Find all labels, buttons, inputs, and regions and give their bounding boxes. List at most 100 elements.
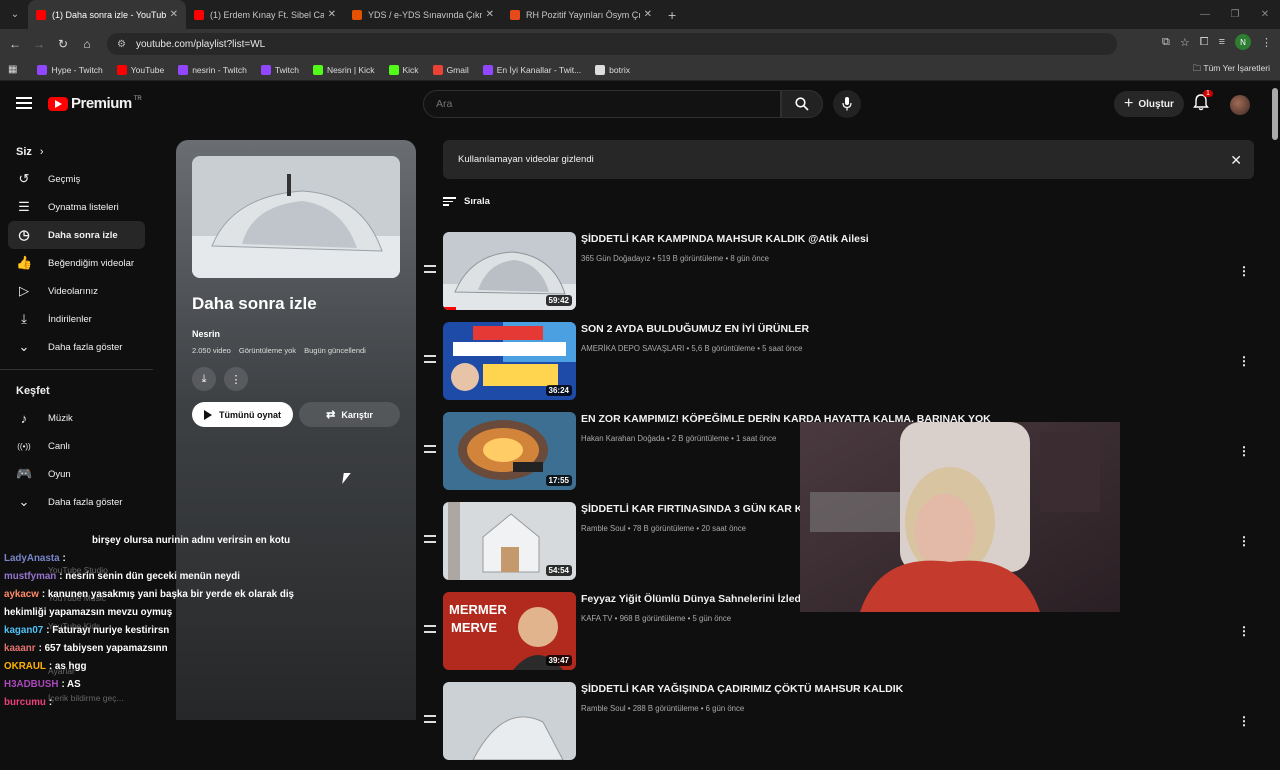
bookmark-item[interactable]: botrix	[595, 64, 630, 75]
more-vert-icon[interactable]: ⋮	[1238, 444, 1250, 458]
sidebar-item[interactable]: 🎮 Oyun	[0, 460, 145, 488]
video-row[interactable]: 36:24 SON 2 AYDA BULDUĞUMUZ EN İYİ ÜRÜNLE…	[420, 320, 1260, 410]
site-info-icon[interactable]: ⚙	[117, 39, 126, 50]
bookmark-item[interactable]: nesrin - Twitch	[178, 64, 247, 75]
channel-name[interactable]: Ramble Soul	[581, 524, 626, 533]
bookmark-star-icon[interactable]: ☆	[1180, 36, 1190, 49]
bookmark-item[interactable]: YouTube	[116, 64, 164, 75]
drag-handle-icon[interactable]	[424, 715, 436, 723]
channel-name[interactable]: 365 Gün Doğadayız	[581, 254, 650, 263]
sidebar-item[interactable]: ↺ Geçmiş	[0, 165, 145, 193]
video-thumbnail[interactable]: MERMER MERVE 39:47	[443, 592, 576, 670]
video-title[interactable]: ŞİDDETLİ KAR KAMPINDA MAHSUR KALDIK @Ati…	[581, 233, 869, 245]
video-title[interactable]: Feyyaz Yiğit Ölümlü Dünya Sahnelerini İz…	[581, 593, 810, 605]
video-title[interactable]: ŞİDDETLİ KAR YAĞIŞINDA ÇADIRIMIZ ÇÖKTÜ M…	[581, 683, 903, 695]
close-tab-icon[interactable]: ✕	[170, 9, 178, 20]
close-tab-icon[interactable]: ✕	[644, 9, 652, 20]
chat-username[interactable]: aykacw	[4, 589, 39, 600]
page-scrollbar[interactable]	[1272, 88, 1278, 140]
chat-username[interactable]: H3ADBUSH	[4, 679, 58, 690]
browser-menu-icon[interactable]: ⋮	[1261, 36, 1272, 49]
more-vert-icon[interactable]: ⋮	[1238, 264, 1250, 278]
sidebar-item[interactable]: ⌄ Daha fazla göster	[0, 488, 145, 516]
close-tab-icon[interactable]: ✕	[328, 9, 336, 20]
bookmark-item[interactable]: Gmail	[432, 64, 469, 75]
youtube-premium-logo[interactable]: Premium TR	[48, 95, 142, 112]
new-tab-button[interactable]: +	[668, 7, 676, 23]
search-box[interactable]	[423, 90, 781, 118]
channel-name[interactable]: KAFA TV	[581, 614, 613, 623]
more-vert-icon[interactable]: ⋮	[1238, 714, 1250, 728]
more-options-button[interactable]: ⋮	[224, 367, 248, 391]
more-vert-icon[interactable]: ⋮	[1238, 534, 1250, 548]
close-icon[interactable]: ✕	[1230, 152, 1242, 169]
video-thumbnail[interactable]: 54:54	[443, 502, 576, 580]
apps-icon[interactable]: ▦	[8, 64, 17, 75]
sidebar-item[interactable]: 👍 Beğendiğim videolar	[0, 249, 145, 277]
more-vert-icon[interactable]: ⋮	[1238, 354, 1250, 368]
sidebar-item[interactable]: ⌄ Daha fazla göster	[0, 333, 145, 361]
create-button[interactable]: + Oluştur	[1114, 91, 1184, 117]
reload-button[interactable]: ↻	[51, 37, 75, 51]
drag-handle-icon[interactable]	[424, 265, 436, 273]
bookmark-item[interactable]: Twitch	[260, 64, 299, 75]
media-controls-icon[interactable]: ≡	[1219, 36, 1225, 48]
shuffle-button[interactable]: ⇄ Karıştır	[299, 402, 400, 427]
bookmark-item[interactable]: Nesrin | Kick	[312, 64, 375, 75]
tab-search-icon[interactable]: ⌄	[2, 4, 28, 26]
menu-icon[interactable]	[16, 97, 32, 109]
video-thumbnail[interactable]: 36:24	[443, 322, 576, 400]
playlist-owner[interactable]: Nesrin	[192, 329, 220, 339]
chat-username[interactable]: mustfyman	[4, 571, 56, 582]
bookmark-item[interactable]: Hype - Twitch	[37, 64, 103, 75]
download-button[interactable]: ⤓	[192, 367, 216, 391]
chat-username[interactable]: kagan07	[4, 625, 43, 636]
notifications-button[interactable]: 1	[1192, 90, 1213, 113]
forward-button[interactable]: →	[27, 37, 51, 51]
channel-name[interactable]: AMERİKA DEPO SAVAŞLARI	[581, 344, 684, 353]
voice-search-button[interactable]	[833, 90, 861, 118]
install-app-icon[interactable]: ⧉	[1162, 36, 1170, 49]
video-thumbnail[interactable]: 17:55	[443, 412, 576, 490]
chat-username[interactable]: kaaanr	[4, 643, 36, 654]
drag-handle-icon[interactable]	[424, 535, 436, 543]
search-input[interactable]	[436, 98, 780, 110]
close-window-button[interactable]: ✕	[1250, 9, 1280, 20]
chat-username[interactable]: LadyAnasta	[4, 553, 60, 564]
channel-name[interactable]: Hakan Karahan Doğada	[581, 434, 665, 443]
play-all-button[interactable]: Tümünü oynat	[192, 402, 293, 427]
user-avatar[interactable]	[1230, 95, 1250, 115]
search-button[interactable]	[781, 90, 823, 118]
chat-username[interactable]: OKRAUL	[4, 661, 46, 672]
close-tab-icon[interactable]: ✕	[486, 9, 494, 20]
minimize-button[interactable]: —	[1190, 9, 1220, 20]
sidebar-item[interactable]: ((•)) Canlı	[0, 432, 145, 460]
video-row[interactable]: 59:42 ŞİDDETLİ KAR KAMPINDA MAHSUR KALDIK…	[420, 230, 1260, 320]
home-button[interactable]: ⌂	[75, 37, 99, 51]
browser-tab[interactable]: YDS / e-YDS Sınavında Çıkmış ✕	[344, 0, 502, 29]
drag-handle-icon[interactable]	[424, 625, 436, 633]
browser-tab[interactable]: (1) Erdem Kınay Ft. Sibel Can - Ş ✕	[186, 0, 344, 29]
more-vert-icon[interactable]: ⋮	[1238, 624, 1250, 638]
sidebar-item[interactable]: ☰ Oynatma listeleri	[0, 193, 145, 221]
sidebar-item[interactable]: ▷ Videolarınız	[0, 277, 145, 305]
video-row[interactable]: ŞİDDETLİ KAR YAĞIŞINDA ÇADIRIMIZ ÇÖKTÜ M…	[420, 680, 1260, 770]
channel-name[interactable]: Ramble Soul	[581, 704, 626, 713]
back-button[interactable]: ←	[3, 37, 27, 51]
maximize-button[interactable]: ❐	[1220, 9, 1250, 20]
sidebar-item[interactable]: ♪ Müzik	[0, 404, 145, 432]
url-field[interactable]: ⚙ youtube.com/playlist?list=WL	[107, 33, 1117, 55]
playlist-thumbnail[interactable]	[192, 156, 400, 278]
chat-username[interactable]: burcumu	[4, 697, 46, 708]
you-section-header[interactable]: Siz ›	[0, 139, 153, 165]
sidebar-item[interactable]: ◷ Daha sonra izle	[8, 221, 145, 249]
video-thumbnail[interactable]	[443, 682, 576, 760]
drag-handle-icon[interactable]	[424, 445, 436, 453]
browser-tab[interactable]: RH Pozitif Yayınları Ösym Çıkmı ✕	[502, 0, 660, 29]
drag-handle-icon[interactable]	[424, 355, 436, 363]
profile-avatar[interactable]: N	[1235, 34, 1251, 50]
bookmark-item[interactable]: En İyi Kanallar - Twit...	[482, 64, 581, 75]
video-thumbnail[interactable]: 59:42	[443, 232, 576, 310]
sort-button[interactable]: Sırala	[443, 196, 490, 207]
extensions-icon[interactable]: ⧠	[1200, 36, 1209, 49]
